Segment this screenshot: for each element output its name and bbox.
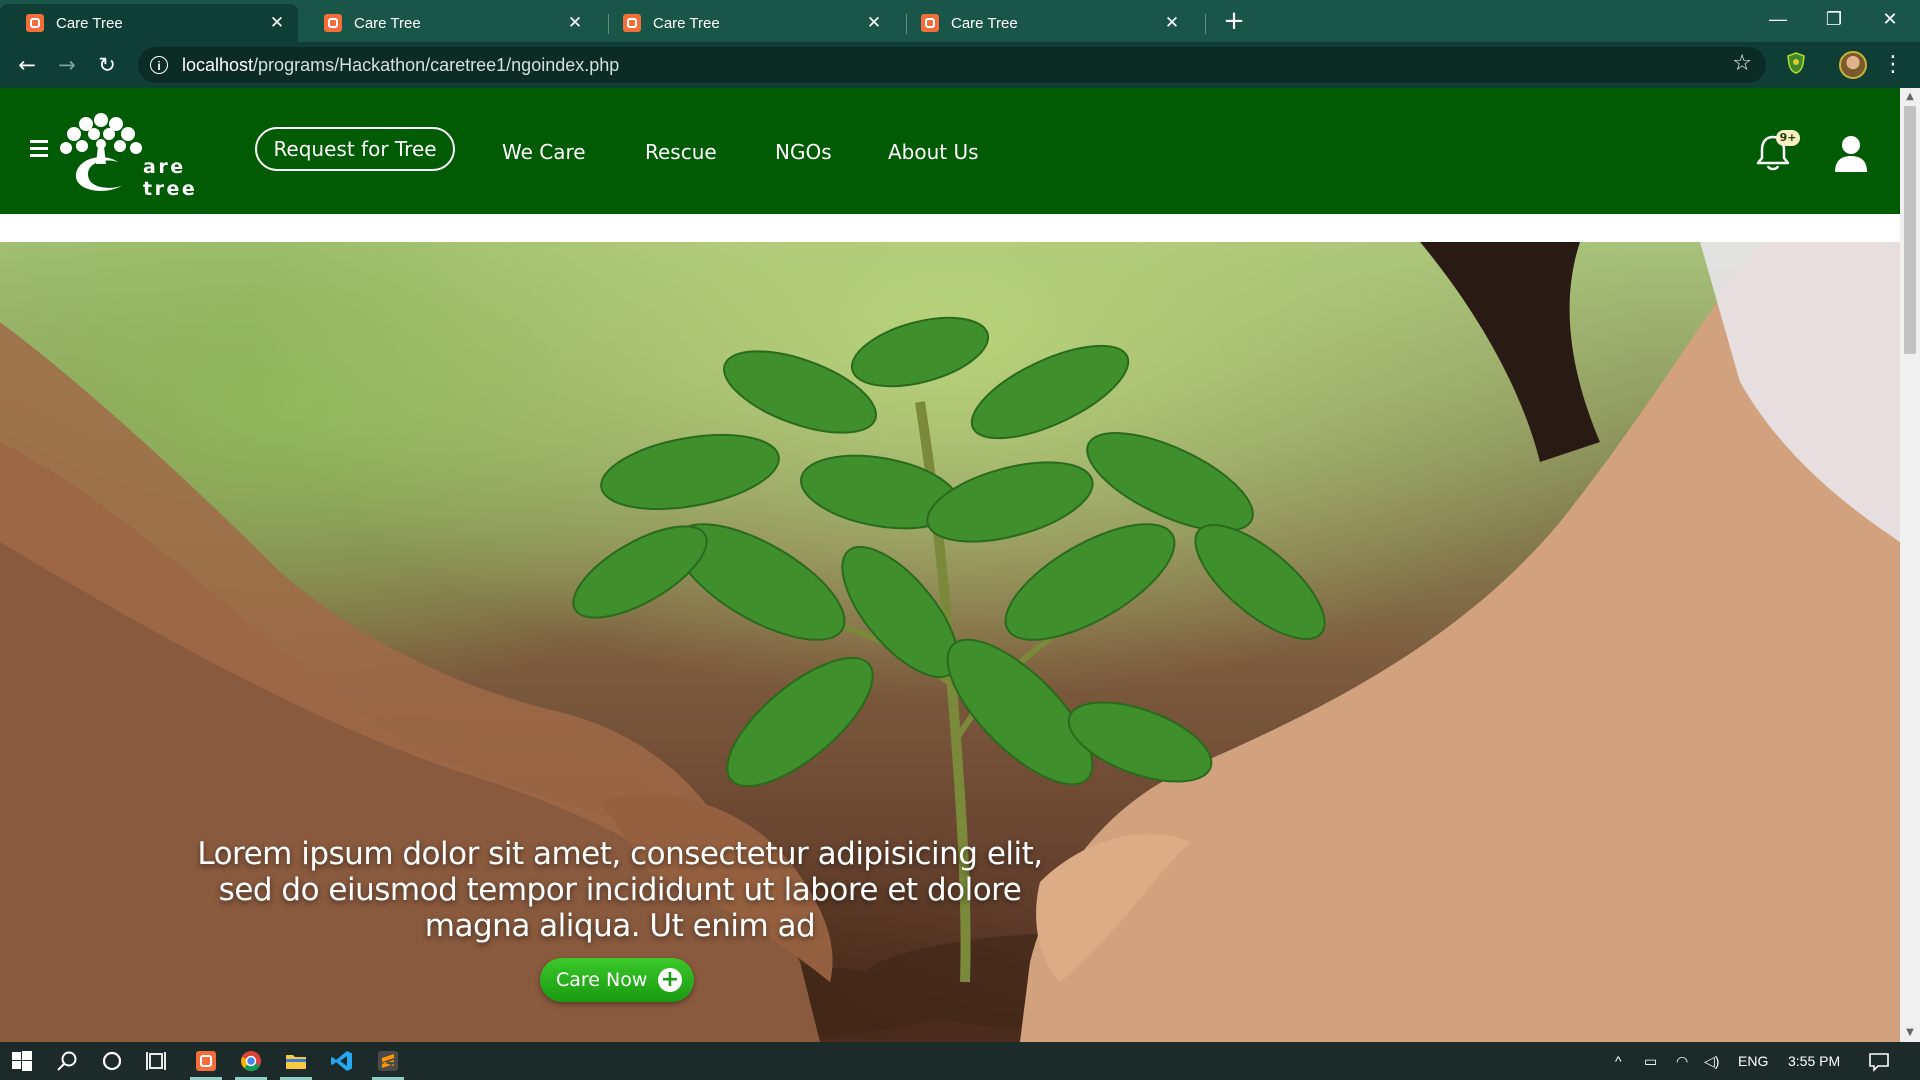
vscode-icon[interactable]	[320, 1042, 364, 1080]
close-tab-icon[interactable]: ✕	[1163, 13, 1181, 33]
hero-banner: Lorem ipsum dolor sit amet, consectetur …	[0, 242, 1900, 1042]
tab-title: Care Tree	[354, 14, 421, 32]
browser-menu-icon[interactable]: ⋮	[1882, 50, 1904, 80]
tab-title: Care Tree	[56, 14, 123, 32]
nav-rescue[interactable]: Rescue	[645, 140, 717, 164]
scroll-up-arrow-icon[interactable]: ▲	[1900, 88, 1920, 106]
request-for-tree-button[interactable]: Request for Tree	[255, 127, 455, 171]
nav-ngos[interactable]: NGOs	[775, 140, 832, 164]
url-path: /programs/Hackathon/caretree1/ngoindex.p…	[253, 54, 620, 75]
care-now-button[interactable]: Care Now +	[540, 958, 694, 1002]
close-tab-icon[interactable]: ✕	[566, 13, 584, 33]
close-window-button[interactable]: ✕	[1862, 0, 1918, 42]
browser-tab[interactable]: Care Tree ✕	[0, 4, 298, 42]
header-spacer	[0, 214, 1900, 242]
task-view-icon[interactable]	[135, 1042, 179, 1080]
action-center-icon[interactable]	[1868, 1042, 1890, 1080]
close-tab-icon[interactable]: ✕	[268, 13, 286, 33]
volume-icon[interactable]: ◁)	[1704, 1042, 1719, 1080]
windows-start-icon[interactable]	[0, 1042, 44, 1080]
file-explorer-icon[interactable]	[274, 1042, 318, 1080]
bookmark-star-icon[interactable]: ☆	[1732, 51, 1752, 76]
reload-icon[interactable]: ↻	[89, 48, 125, 82]
url-text[interactable]: localhost/programs/Hackathon/caretree1/n…	[182, 55, 619, 76]
language-indicator[interactable]: ENG	[1738, 1042, 1768, 1080]
tab-title: Care Tree	[951, 14, 1018, 32]
nav-about-us[interactable]: About Us	[888, 140, 979, 164]
extension-shield-icon[interactable]	[1786, 52, 1806, 74]
site-header: are tree Request for Tree We Care Rescue…	[0, 88, 1900, 214]
address-bar[interactable]: i localhost/programs/Hackathon/caretree1…	[138, 47, 1766, 83]
browser-tab-strip: Care Tree ✕ Care Tree ✕ Care Tree ✕ Care…	[0, 0, 1920, 42]
tab-title: Care Tree	[653, 14, 720, 32]
brand-name: are tree	[143, 156, 198, 200]
scroll-thumb[interactable]	[1904, 106, 1916, 354]
url-host: localhost	[182, 54, 254, 75]
battery-icon[interactable]: ▭	[1644, 1042, 1657, 1080]
clock[interactable]: 3:55 PM	[1788, 1042, 1840, 1080]
chrome-icon[interactable]	[229, 1042, 273, 1080]
plus-icon: +	[658, 968, 682, 992]
browser-tab[interactable]: Care Tree ✕	[597, 4, 895, 42]
scroll-down-arrow-icon[interactable]: ▼	[1900, 1024, 1920, 1042]
care-now-label: Care Now	[556, 969, 648, 991]
care-tree-logo[interactable]: are tree	[28, 106, 238, 200]
xampp-favicon-icon	[623, 14, 641, 32]
back-arrow-icon[interactable]: ←	[9, 48, 45, 82]
forward-arrow-icon[interactable]: →	[49, 48, 85, 82]
profile-avatar[interactable]	[1839, 51, 1867, 79]
browser-tab[interactable]: Care Tree ✕	[895, 4, 1193, 42]
sublime-text-icon[interactable]	[366, 1042, 410, 1080]
notification-badge: 9+	[1776, 130, 1800, 146]
hero-heading: Lorem ipsum dolor sit amet, consectetur …	[197, 836, 1043, 944]
tab-separator	[1205, 14, 1206, 34]
nav-we-care[interactable]: We Care	[502, 140, 586, 164]
minimize-button[interactable]: —	[1750, 0, 1806, 42]
xampp-favicon-icon	[324, 14, 342, 32]
browser-toolbar: ← → ↻ i localhost/programs/Hackathon/car…	[0, 42, 1920, 88]
cortana-icon[interactable]	[90, 1042, 134, 1080]
browser-tab[interactable]: Care Tree ✕	[298, 4, 596, 42]
page-scrollbar[interactable]: ▲ ▼	[1900, 88, 1920, 1042]
close-tab-icon[interactable]: ✕	[865, 13, 883, 33]
windows-taskbar: ^ ▭ ◠ ◁) ENG 3:55 PM	[0, 1042, 1920, 1080]
user-profile-icon[interactable]	[1832, 134, 1870, 174]
xampp-favicon-icon	[921, 14, 939, 32]
search-icon[interactable]	[45, 1042, 89, 1080]
tree-logo-icon	[60, 113, 142, 191]
site-info-icon[interactable]: i	[150, 56, 168, 74]
restore-button[interactable]: ❐	[1806, 0, 1862, 42]
xampp-favicon-icon	[26, 14, 44, 32]
xampp-icon[interactable]	[184, 1042, 228, 1080]
show-hidden-icons-chevron-icon[interactable]: ^	[1615, 1042, 1622, 1080]
wifi-icon[interactable]: ◠	[1676, 1042, 1688, 1080]
new-tab-button[interactable]: +	[1219, 6, 1249, 36]
